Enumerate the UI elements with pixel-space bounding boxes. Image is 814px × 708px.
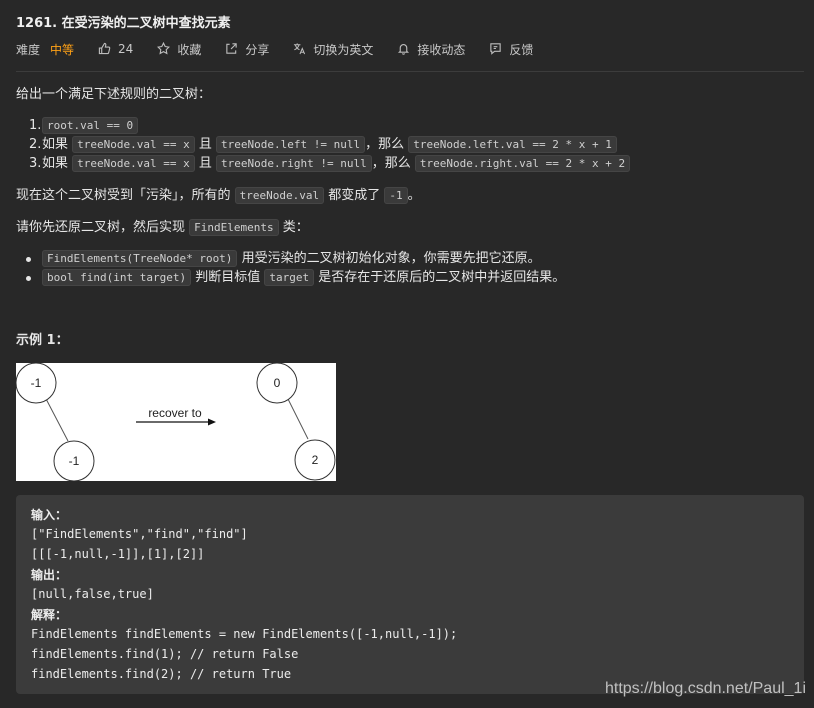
star-icon [157,42,171,56]
contaminated-text: 现在这个二叉树受到「污染」，所有的 treeNode.val 都变成了 -1。 [16,187,421,204]
code-line: [[[-1,null,-1]],[1],[2]] [31,547,205,561]
share-icon [225,42,239,56]
code-line: findElements.find(1); // return False [31,647,299,661]
right-tree-edge [285,394,309,440]
task-text: 请你先还原二叉树，然后实现 FindElements 类： [16,219,309,236]
share-button[interactable]: 分享 [225,41,269,58]
code-line: [null,false,true] [31,587,154,601]
code-line: findElements.find(2); // return True [31,667,292,681]
left-child-value: -1 [69,454,80,468]
notify-button[interactable]: 接收动态 [397,41,465,58]
feedback-icon [489,42,503,56]
notify-label: 接收动态 [417,42,466,57]
arrow-head-icon [208,418,216,426]
example-diagram: -1 -1 0 2 recover to [16,363,336,481]
code-line: 输出： [31,568,68,582]
translate-icon [293,42,307,56]
code-line: 解释： [31,608,68,622]
code-line: 输入： [31,508,68,522]
left-tree-edge [43,394,69,442]
thumbs-up-icon [98,42,112,56]
problem-title: 1261. 在受污染的二叉树中查找元素 [16,16,231,31]
right-root-value: 0 [274,376,281,390]
example-heading: 示例 1： [16,333,69,348]
like-count: 24 [118,42,134,56]
left-root-value: -1 [31,376,42,390]
code-line: FindElements findElements = new FindElem… [31,627,458,641]
rule-item: 1. root.val == 0 [29,117,139,135]
method-item: bool find(int target) 判断目标值 target 是否存在于… [25,269,565,287]
watermark-text: https://blog.csdn.net/Paul_1i [604,680,806,697]
feedback-label: 反馈 [509,42,534,57]
feedback-button[interactable]: 反馈 [489,41,533,58]
switch-language-button[interactable]: 切换为英文 [293,41,373,58]
arrow-label: recover to [148,406,202,420]
code-line: ["FindElements","find","find"] [31,527,248,541]
right-child-value: 2 [312,453,319,467]
intro-text: 给出一个满足下述规则的二叉树： [16,87,212,102]
difficulty-label: 难度 [16,42,41,57]
example-code-block: 输入： ["FindElements","find","find"] [[[-1… [16,495,804,694]
rule-item: 3.如果 treeNode.val == x 且 treeNode.right … [29,155,631,173]
difficulty-value: 中等 [50,42,75,57]
like-button[interactable]: 24 [98,42,133,56]
favorite-button[interactable]: 收藏 [157,41,201,58]
header-divider [16,71,804,72]
method-item: FindElements(TreeNode* root) 用受污染的二叉树初始化… [26,250,541,268]
favorite-label: 收藏 [177,42,202,57]
problem-meta-bar: 难度 中等 24 收藏 分享 切换为英文 接收动态 反馈 [16,40,557,58]
tree-diagram-svg: -1 -1 0 2 recover to [16,363,336,481]
share-label: 分享 [245,42,270,57]
switch-language-label: 切换为英文 [313,42,374,57]
bell-icon [397,42,411,56]
rule-item: 2.如果 treeNode.val == x 且 treeNode.left !… [29,136,617,154]
